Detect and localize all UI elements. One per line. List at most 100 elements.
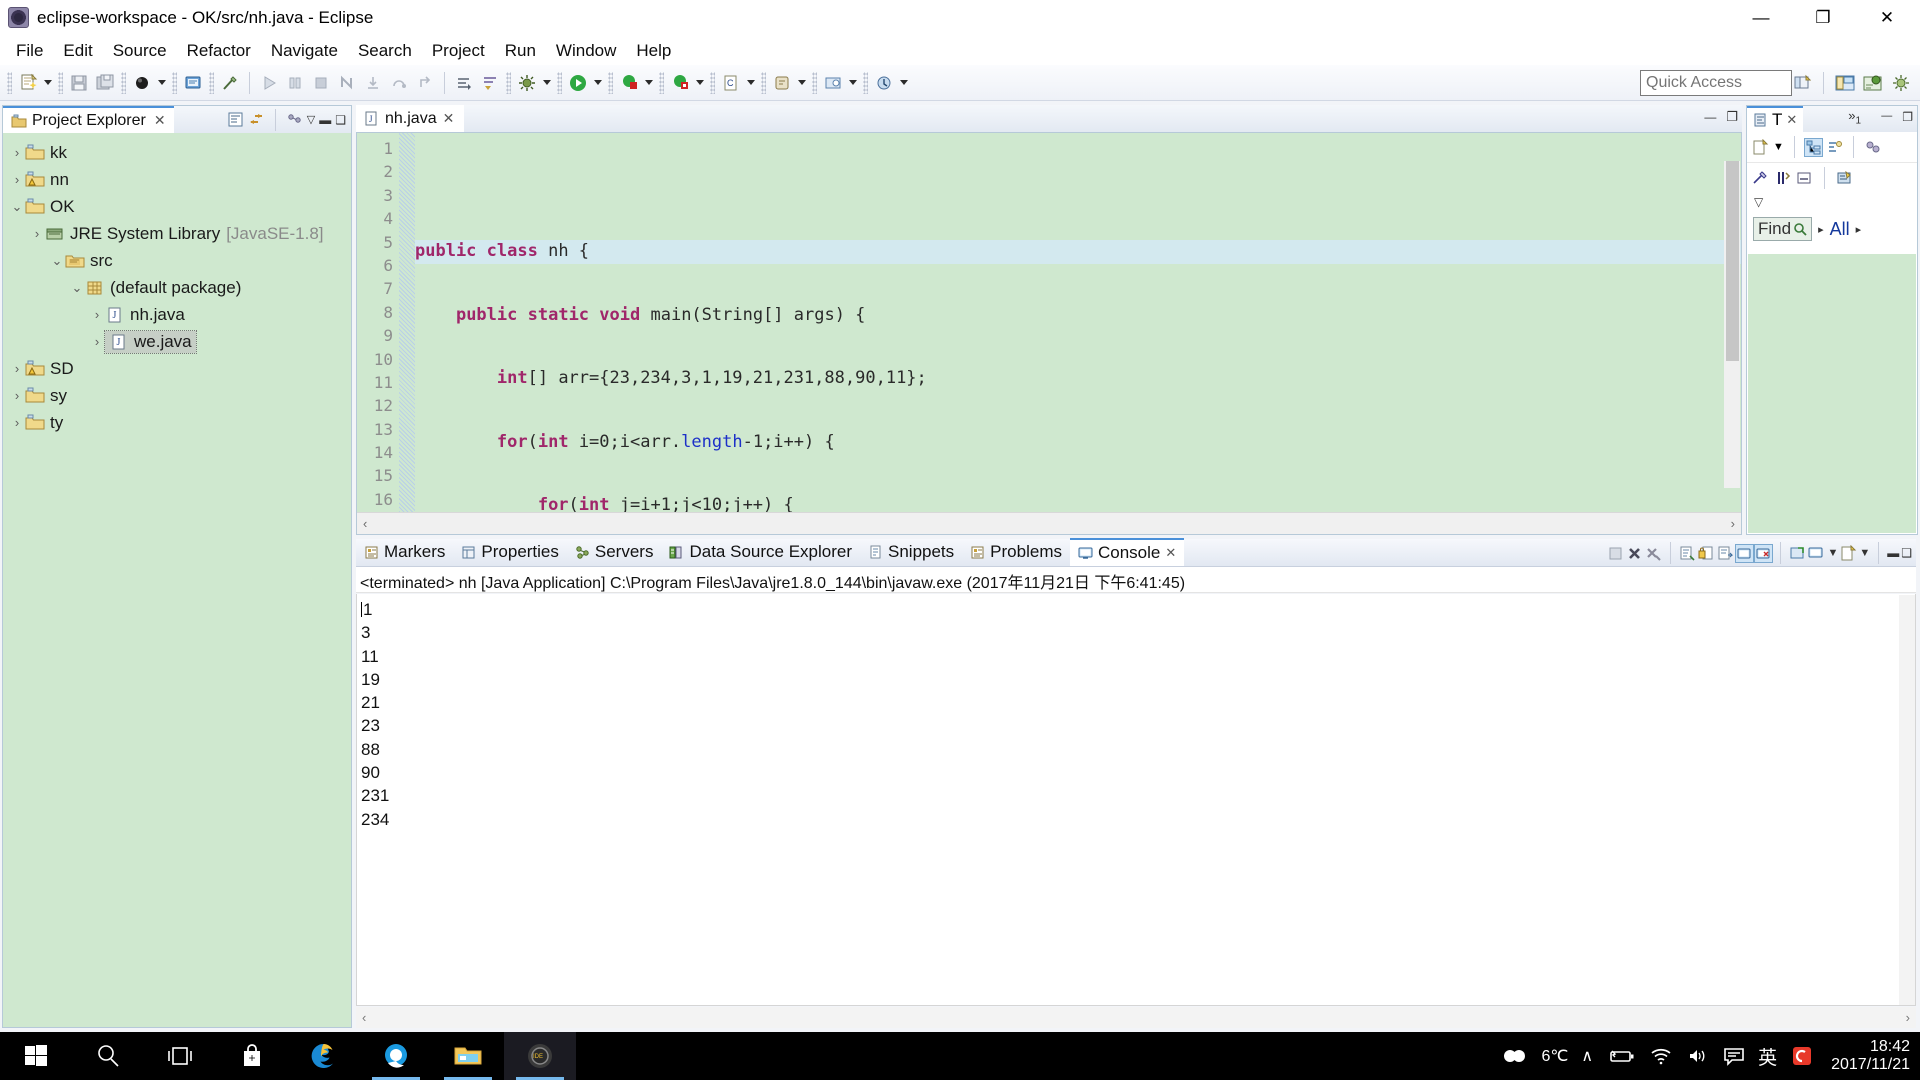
toolbar-handle-9[interactable] xyxy=(659,71,664,94)
menu-navigate[interactable]: Navigate xyxy=(261,39,348,63)
toolbar-handle-7[interactable] xyxy=(557,71,562,94)
close-icon[interactable]: ✕ xyxy=(1165,545,1176,561)
perspective-other-icon[interactable] xyxy=(1888,70,1914,96)
collapse-icon[interactable]: ▽ xyxy=(1754,195,1763,209)
file-explorer-button[interactable] xyxy=(432,1032,504,1080)
filter-icon[interactable] xyxy=(1864,139,1881,156)
close-icon[interactable]: ✕ xyxy=(1786,112,1797,128)
open-console-icon[interactable] xyxy=(1789,545,1806,562)
minimize-icon[interactable]: — xyxy=(1881,110,1892,124)
overflow-chevron-icon[interactable]: »1 xyxy=(1848,108,1861,127)
expand-arrow-icon[interactable]: › xyxy=(89,307,105,322)
external-tools-dropdown-icon[interactable] xyxy=(693,70,707,96)
find-all-label[interactable]: All xyxy=(1830,219,1850,240)
open-task-icon[interactable] xyxy=(871,70,897,96)
console-horizontal-scrollbar[interactable]: ‹ › xyxy=(356,1007,1916,1028)
tab-markers[interactable]: Markers xyxy=(356,538,453,566)
maximize-icon[interactable]: ❑ xyxy=(335,113,346,127)
pause-icon[interactable] xyxy=(282,70,308,96)
step-return-icon[interactable] xyxy=(412,70,438,96)
open-console-dropdown-icon[interactable] xyxy=(1840,544,1857,562)
scroll-right-icon[interactable]: › xyxy=(1731,516,1735,531)
tab-data-source-explorer[interactable]: Data Source Explorer xyxy=(661,538,860,566)
run-icon[interactable] xyxy=(565,70,591,96)
link-with-editor-icon[interactable] xyxy=(248,111,265,128)
print-dropdown-icon[interactable] xyxy=(155,70,169,96)
folding-ruler[interactable] xyxy=(399,133,415,512)
menu-file[interactable]: File xyxy=(6,39,53,63)
toolbar-handle-12[interactable] xyxy=(812,71,817,94)
clear-console-icon[interactable] xyxy=(1607,545,1624,562)
editor-scroll-thumb[interactable] xyxy=(1726,161,1739,361)
menu-run[interactable]: Run xyxy=(495,39,546,63)
editor-horizontal-scrollbar[interactable]: ‹ › xyxy=(357,512,1741,534)
find-chevron-right-icon[interactable]: ▸ xyxy=(1856,223,1862,236)
new-java-class-icon[interactable]: C xyxy=(718,70,744,96)
sort-icon[interactable] xyxy=(1826,139,1843,156)
open-perspective-icon[interactable] xyxy=(1789,70,1815,96)
menu-edit[interactable]: Edit xyxy=(53,39,102,63)
toolbar-handle-5[interactable] xyxy=(209,71,214,94)
previous-annotation-icon[interactable] xyxy=(477,70,503,96)
maximize-icon[interactable]: ❑ xyxy=(1901,546,1912,560)
toolbar-handle-8[interactable] xyxy=(608,71,613,94)
scroll-left-icon[interactable]: ‹ xyxy=(363,516,367,531)
tab-console[interactable]: Console ✕ xyxy=(1069,538,1185,566)
menu-source[interactable]: Source xyxy=(103,39,177,63)
view-menu-arrow-icon[interactable]: ▽ xyxy=(307,113,315,126)
find-chevron-left-icon[interactable]: ▸ xyxy=(1818,223,1824,236)
collapse-arrow-icon[interactable]: ⌄ xyxy=(49,253,65,269)
new-console-view-icon[interactable] xyxy=(1808,545,1825,562)
coverage-icon[interactable] xyxy=(616,70,642,96)
tree-item-nn[interactable]: › nn xyxy=(3,166,351,193)
step-into-icon[interactable] xyxy=(360,70,386,96)
tree-item-nh-java[interactable]: › J nh.java xyxy=(3,301,351,328)
expand-arrow-icon[interactable]: › xyxy=(9,172,25,187)
scroll-left-icon[interactable]: ‹ xyxy=(362,1010,366,1025)
tree-item-jre-system-library[interactable]: › JRE System Library [JavaSE-1.8] xyxy=(3,220,351,247)
tree-item-sy[interactable]: › sy xyxy=(3,382,351,409)
menu-refactor[interactable]: Refactor xyxy=(177,39,261,63)
menu-project[interactable]: Project xyxy=(422,39,495,63)
link-icon[interactable] xyxy=(217,70,243,96)
restore-button[interactable]: ❐ xyxy=(1792,0,1854,36)
close-icon[interactable]: ✕ xyxy=(154,112,166,129)
minimize-icon[interactable]: ▬ xyxy=(319,113,331,127)
menu-arrow-icon[interactable]: ▼ xyxy=(1773,141,1784,153)
new-icon[interactable] xyxy=(1752,138,1769,156)
hide-fields-icon[interactable] xyxy=(1752,170,1769,187)
toolbar-handle-6[interactable] xyxy=(506,71,511,94)
toolbar-handle[interactable] xyxy=(7,71,12,94)
speaker-icon[interactable] xyxy=(1686,1047,1710,1065)
console-dropdown-arrow-icon[interactable]: ▼ xyxy=(1859,547,1870,559)
internet-explorer-button[interactable] xyxy=(288,1032,360,1080)
tree-item-default-package[interactable]: ⌄ (default package) xyxy=(3,274,351,301)
expand-arrow-icon[interactable]: › xyxy=(9,361,25,376)
expand-arrow-icon[interactable]: › xyxy=(9,388,25,403)
perspective-java-icon[interactable] xyxy=(1832,70,1858,96)
step-icon[interactable] xyxy=(334,70,360,96)
external-tools-icon[interactable] xyxy=(667,70,693,96)
toolbar-handle-13[interactable] xyxy=(863,71,868,94)
new-wizard-icon[interactable] xyxy=(15,70,41,96)
run-dropdown-icon[interactable] xyxy=(591,70,605,96)
expand-arrow-icon[interactable]: › xyxy=(29,226,45,241)
show-hidden-icons-button[interactable]: ∧ xyxy=(1581,1046,1593,1066)
minimize-button[interactable]: — xyxy=(1730,0,1792,36)
save-icon[interactable] xyxy=(66,70,92,96)
console-output[interactable]: 1 3 11 19 21 23 88 90 231 234 xyxy=(356,594,1916,1006)
sogou-icon[interactable] xyxy=(1790,1044,1814,1068)
tab-properties[interactable]: Properties xyxy=(453,538,566,566)
code-area[interactable]: 1 2 3 4 5 6 7 8 9 10 11 12 13 14 15 16 p… xyxy=(357,133,1741,512)
collapse-arrow-icon[interactable]: ⌄ xyxy=(9,199,25,215)
battery-charging-icon[interactable] xyxy=(1606,1047,1636,1065)
scroll-right-icon[interactable]: › xyxy=(1906,1010,1910,1025)
hide-static-icon[interactable] xyxy=(1774,170,1791,187)
tree-item-ok[interactable]: ⌄ OK xyxy=(3,193,351,220)
step-over-icon[interactable] xyxy=(386,70,412,96)
terminate-icon[interactable] xyxy=(1626,545,1643,562)
stop-icon[interactable] xyxy=(308,70,334,96)
close-button[interactable]: ✕ xyxy=(1854,0,1920,36)
microsoft-store-button[interactable] xyxy=(216,1032,288,1080)
toolbar-handle-4[interactable] xyxy=(172,71,177,94)
